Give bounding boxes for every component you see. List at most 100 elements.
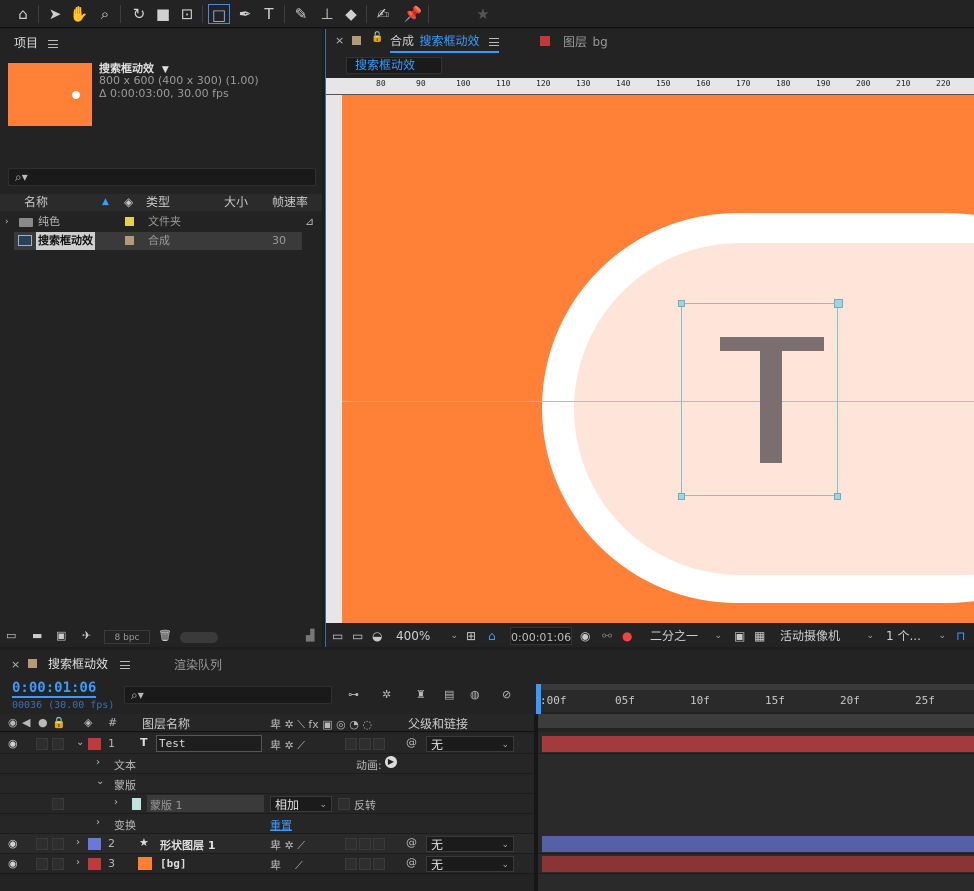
col-size[interactable]: 大小: [224, 194, 248, 211]
label-color-swatch[interactable]: [125, 217, 134, 226]
switch-box[interactable]: [373, 738, 385, 750]
switch-box[interactable]: [345, 838, 357, 850]
text-bounding-box[interactable]: [681, 303, 838, 496]
draft-3d-icon[interactable]: ✲: [382, 688, 391, 701]
layer-duration-bar[interactable]: [542, 856, 974, 872]
work-area-bar[interactable]: [538, 684, 974, 690]
parent-dropdown[interactable]: 无 ⌄: [426, 736, 514, 752]
bbox-handle-br[interactable]: [834, 493, 841, 500]
layer-row-2[interactable]: ◉ › 2 ★ 形状图层 1 卑 ✲ ⟋ @ 无 ⌄: [0, 834, 534, 854]
reset-link[interactable]: 重置: [270, 817, 292, 833]
invert-checkbox[interactable]: [338, 798, 350, 810]
layer-label-color[interactable]: [88, 838, 101, 850]
graph-editor-icon[interactable]: ⊘: [502, 688, 511, 701]
switch-box[interactable]: [359, 838, 371, 850]
scroll-grip-icon[interactable]: ▟: [306, 629, 314, 642]
always-preview-icon[interactable]: ▭: [332, 625, 343, 647]
eye-icon[interactable]: ◉: [8, 857, 18, 870]
mask-visibility-icon[interactable]: ◒: [372, 625, 382, 647]
layer-switches[interactable]: 卑 ✲ ⟋: [270, 737, 305, 753]
project-item-comp[interactable]: 搜索框动效 合成 30: [14, 232, 302, 250]
mask-mode-dropdown[interactable]: 相加 ⌄: [270, 796, 332, 812]
chevron-right-icon[interactable]: ›: [5, 213, 9, 231]
new-folder-icon[interactable]: ▬: [32, 629, 42, 642]
hide-shy-layers-icon[interactable]: ♜: [416, 688, 426, 701]
solo-box[interactable]: [36, 838, 48, 850]
thumbnail-slider[interactable]: [180, 632, 218, 643]
eye-icon[interactable]: ◉: [8, 837, 18, 850]
tab-timeline-comp[interactable]: 搜索框动效: [48, 655, 130, 672]
selection-arrow-icon[interactable]: ➤: [44, 4, 66, 24]
view-layout-icon[interactable]: ⊓: [956, 625, 965, 647]
region-of-interest-icon[interactable]: ⌂: [488, 625, 496, 647]
motion-blur-icon[interactable]: ◍: [470, 688, 480, 701]
camera-icon[interactable]: ■: [152, 4, 174, 24]
property-row-mask-1[interactable]: › 蒙版 1 相加 ⌄ 反转: [0, 794, 534, 814]
col-name[interactable]: 名称: [24, 194, 48, 211]
rotate-icon[interactable]: ↻: [128, 4, 150, 24]
frame-blending-icon[interactable]: ▤: [444, 688, 454, 701]
parent-dropdown[interactable]: 无 ⌄: [426, 856, 514, 872]
hand-icon[interactable]: ✋: [68, 4, 90, 24]
lock-box[interactable]: [52, 738, 64, 750]
switch-box[interactable]: [373, 838, 385, 850]
solo-box[interactable]: [36, 738, 48, 750]
label-tag-icon[interactable]: ◈: [84, 716, 92, 729]
new-comp-icon[interactable]: ▣: [56, 629, 66, 642]
parent-dropdown[interactable]: 无 ⌄: [426, 836, 514, 852]
brush-icon[interactable]: ✎: [290, 4, 312, 24]
audio-toggle-icon[interactable]: ◀: [22, 716, 30, 729]
zoom-dropdown[interactable]: 400% ⌄: [396, 627, 460, 645]
safe-zones-icon[interactable]: ⊞: [466, 625, 476, 647]
bbox-handle-bl[interactable]: [678, 493, 685, 500]
composition-mini-flowchart-icon[interactable]: ⊶: [348, 688, 359, 701]
switch-box[interactable]: [345, 858, 357, 870]
horizontal-ruler[interactable]: 80 90 100 110 120 130 140 150 160 170 180 190 200 210…: [326, 78, 974, 95]
chevron-right-icon[interactable]: ›: [96, 817, 100, 828]
playhead[interactable]: [536, 684, 541, 714]
project-settings-icon[interactable]: ✈: [82, 629, 91, 642]
zoom-icon[interactable]: ⌕: [94, 4, 116, 24]
pick-whip-icon[interactable]: @: [406, 736, 417, 749]
mask-lock-box[interactable]: [52, 798, 64, 810]
clone-stamp-icon[interactable]: ⊥: [316, 4, 338, 24]
label-tag-icon[interactable]: ◈: [124, 194, 133, 211]
panel-menu-icon[interactable]: [47, 40, 58, 48]
property-row-transform[interactable]: › 变换 重置: [0, 814, 534, 834]
layer-track-3[interactable]: [538, 854, 974, 874]
panel-menu-icon[interactable]: [119, 661, 130, 669]
bbox-handle-tr[interactable]: [834, 299, 843, 308]
chevron-down-icon[interactable]: ⌄: [76, 737, 84, 748]
layer-label-color[interactable]: [88, 858, 101, 870]
comp-canvas[interactable]: [342, 95, 974, 623]
time-navigator[interactable]: [538, 714, 974, 728]
chevron-right-icon[interactable]: ›: [114, 797, 118, 808]
roto-brush-icon[interactable]: ✍: [372, 4, 394, 24]
project-tab[interactable]: 项目: [14, 34, 58, 51]
horizontal-guide[interactable]: [342, 401, 974, 402]
channel-icon[interactable]: ●: [622, 625, 632, 647]
bbox-handle-tl[interactable]: [678, 300, 685, 307]
puppet-pin-icon[interactable]: 📌: [402, 4, 424, 24]
snapshot-icon[interactable]: ◉: [580, 625, 590, 647]
col-parent[interactable]: 父级和链接: [408, 715, 468, 732]
layer-switches[interactable]: 卑 ✲ ⟋: [270, 837, 305, 853]
close-icon[interactable]: ×: [11, 658, 20, 671]
lock-box[interactable]: [52, 838, 64, 850]
solo-toggle-icon[interactable]: ●: [38, 716, 48, 729]
timeline-search-input[interactable]: ⌕▾: [124, 686, 332, 704]
eye-icon[interactable]: ◉: [8, 737, 18, 750]
col-fps[interactable]: 帧速率: [272, 194, 308, 211]
timeline-splitter[interactable]: [534, 714, 538, 891]
sort-ascending-icon[interactable]: ▲: [102, 194, 109, 211]
star-icon[interactable]: ★: [472, 4, 494, 24]
video-toggle-icon[interactable]: ◉: [8, 716, 18, 729]
monitor-icon[interactable]: ▭: [352, 625, 363, 647]
chevron-right-icon[interactable]: ›: [76, 837, 80, 848]
layer-row-1[interactable]: ◉ ⌄ 1 T Test 卑 ✲ ⟋ @ 无 ⌄: [0, 734, 534, 754]
col-type[interactable]: 类型: [146, 194, 170, 211]
camera-dropdown[interactable]: 活动摄像机 ⌄: [780, 627, 876, 645]
current-time-display[interactable]: 0:00:01:06: [12, 680, 97, 698]
chevron-right-icon[interactable]: ›: [76, 857, 80, 868]
pen-icon[interactable]: ✒: [234, 4, 256, 24]
